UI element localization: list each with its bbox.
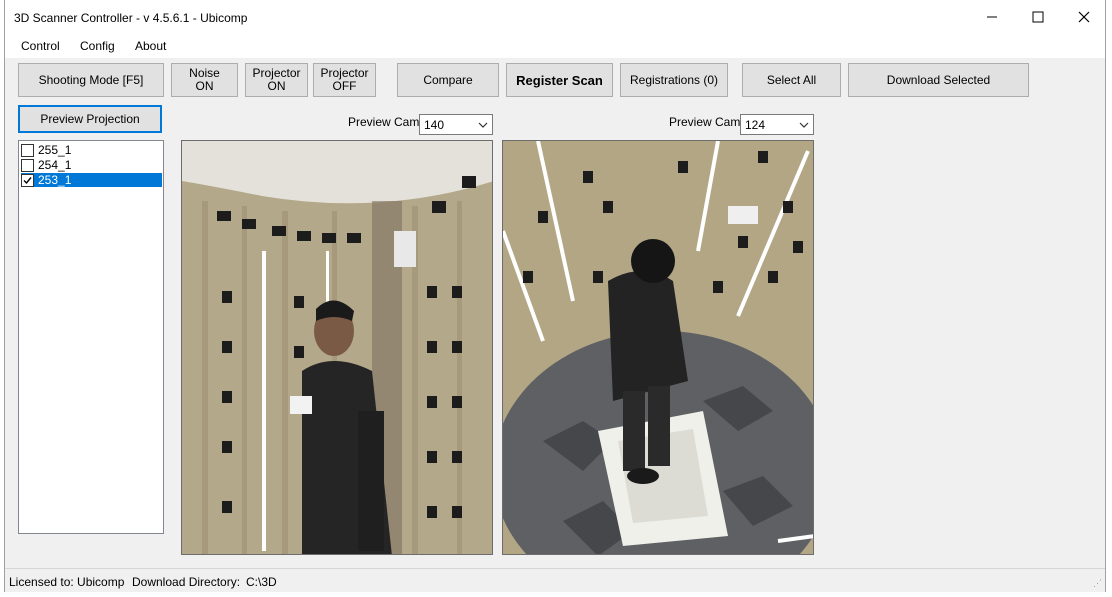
select-all-button[interactable]: Select All [742,63,841,97]
menu-config[interactable]: Config [80,39,115,53]
preview-cam-label-right: Preview Cam [669,115,741,129]
list-item[interactable]: 254_1 [21,158,162,172]
minimize-button[interactable] [969,0,1015,34]
checkmark-icon [23,176,32,184]
camera-photo-top-view [503,141,813,554]
noise-state: ON [195,79,214,93]
camera-preview-left [181,140,493,555]
noise-toggle-button[interactable]: Noise ON [171,63,238,97]
projector-off-button[interactable]: Projector OFF [313,63,376,97]
checkbox-253-1[interactable] [21,173,34,187]
preview-cam-value-right: 124 [745,118,766,132]
camera-preview-right [502,140,814,555]
menu-about[interactable]: About [135,39,166,53]
projector-on-state: ON [267,79,286,93]
preview-cam-select-left[interactable]: 140 [419,114,493,135]
chevron-down-icon [799,122,809,128]
shooting-mode-button[interactable]: Shooting Mode [F5] [18,63,164,97]
compare-button[interactable]: Compare [397,63,499,97]
checkbox-254-1[interactable] [21,158,34,172]
projector-off-state: OFF [332,79,357,93]
title-bar: 3D Scanner Controller - v 4.5.6.1 - Ubic… [5,0,1105,34]
camera-photo-side-view [182,141,492,554]
checkbox-255-1[interactable] [21,143,34,157]
license-text: Licensed to: Ubicomp [9,575,125,589]
download-directory-value: C:\3D [246,575,277,589]
preview-cam-label-left: Preview Cam [348,115,420,129]
status-bar: Licensed to: Ubicomp Download Directory:… [5,568,1105,592]
registrations-button[interactable]: Registrations (0) [620,63,728,97]
maximize-icon [1032,11,1044,23]
scan-list[interactable]: 255_1 254_1 253_1 [18,140,164,534]
register-scan-button[interactable]: Register Scan [506,63,613,97]
download-directory-label: Download Directory: [132,575,241,589]
scan-label: 255_1 [38,143,72,157]
chevron-down-icon [478,122,488,128]
maximize-button[interactable] [1015,0,1061,34]
scan-label: 254_1 [38,158,72,172]
close-icon [1078,11,1090,23]
resize-grip-icon[interactable]: ⋰ [1093,578,1102,589]
scan-label: 253_1 [38,173,72,187]
projector-on-button[interactable]: Projector ON [245,63,308,97]
preview-projection-button[interactable]: Preview Projection [18,105,162,133]
preview-cam-select-right[interactable]: 124 [740,114,814,135]
close-button[interactable] [1061,0,1107,34]
app-window: 3D Scanner Controller - v 4.5.6.1 - Ubic… [4,0,1106,592]
window-title: 3D Scanner Controller - v 4.5.6.1 - Ubic… [14,11,248,25]
list-item[interactable]: 253_1 [21,173,162,187]
preview-cam-value-left: 140 [424,118,445,132]
minimize-icon [987,16,997,18]
menu-bar: Control Config About [5,34,1105,58]
menu-control[interactable]: Control [21,39,60,53]
download-selected-button[interactable]: Download Selected [848,63,1029,97]
list-item[interactable]: 255_1 [21,143,162,157]
